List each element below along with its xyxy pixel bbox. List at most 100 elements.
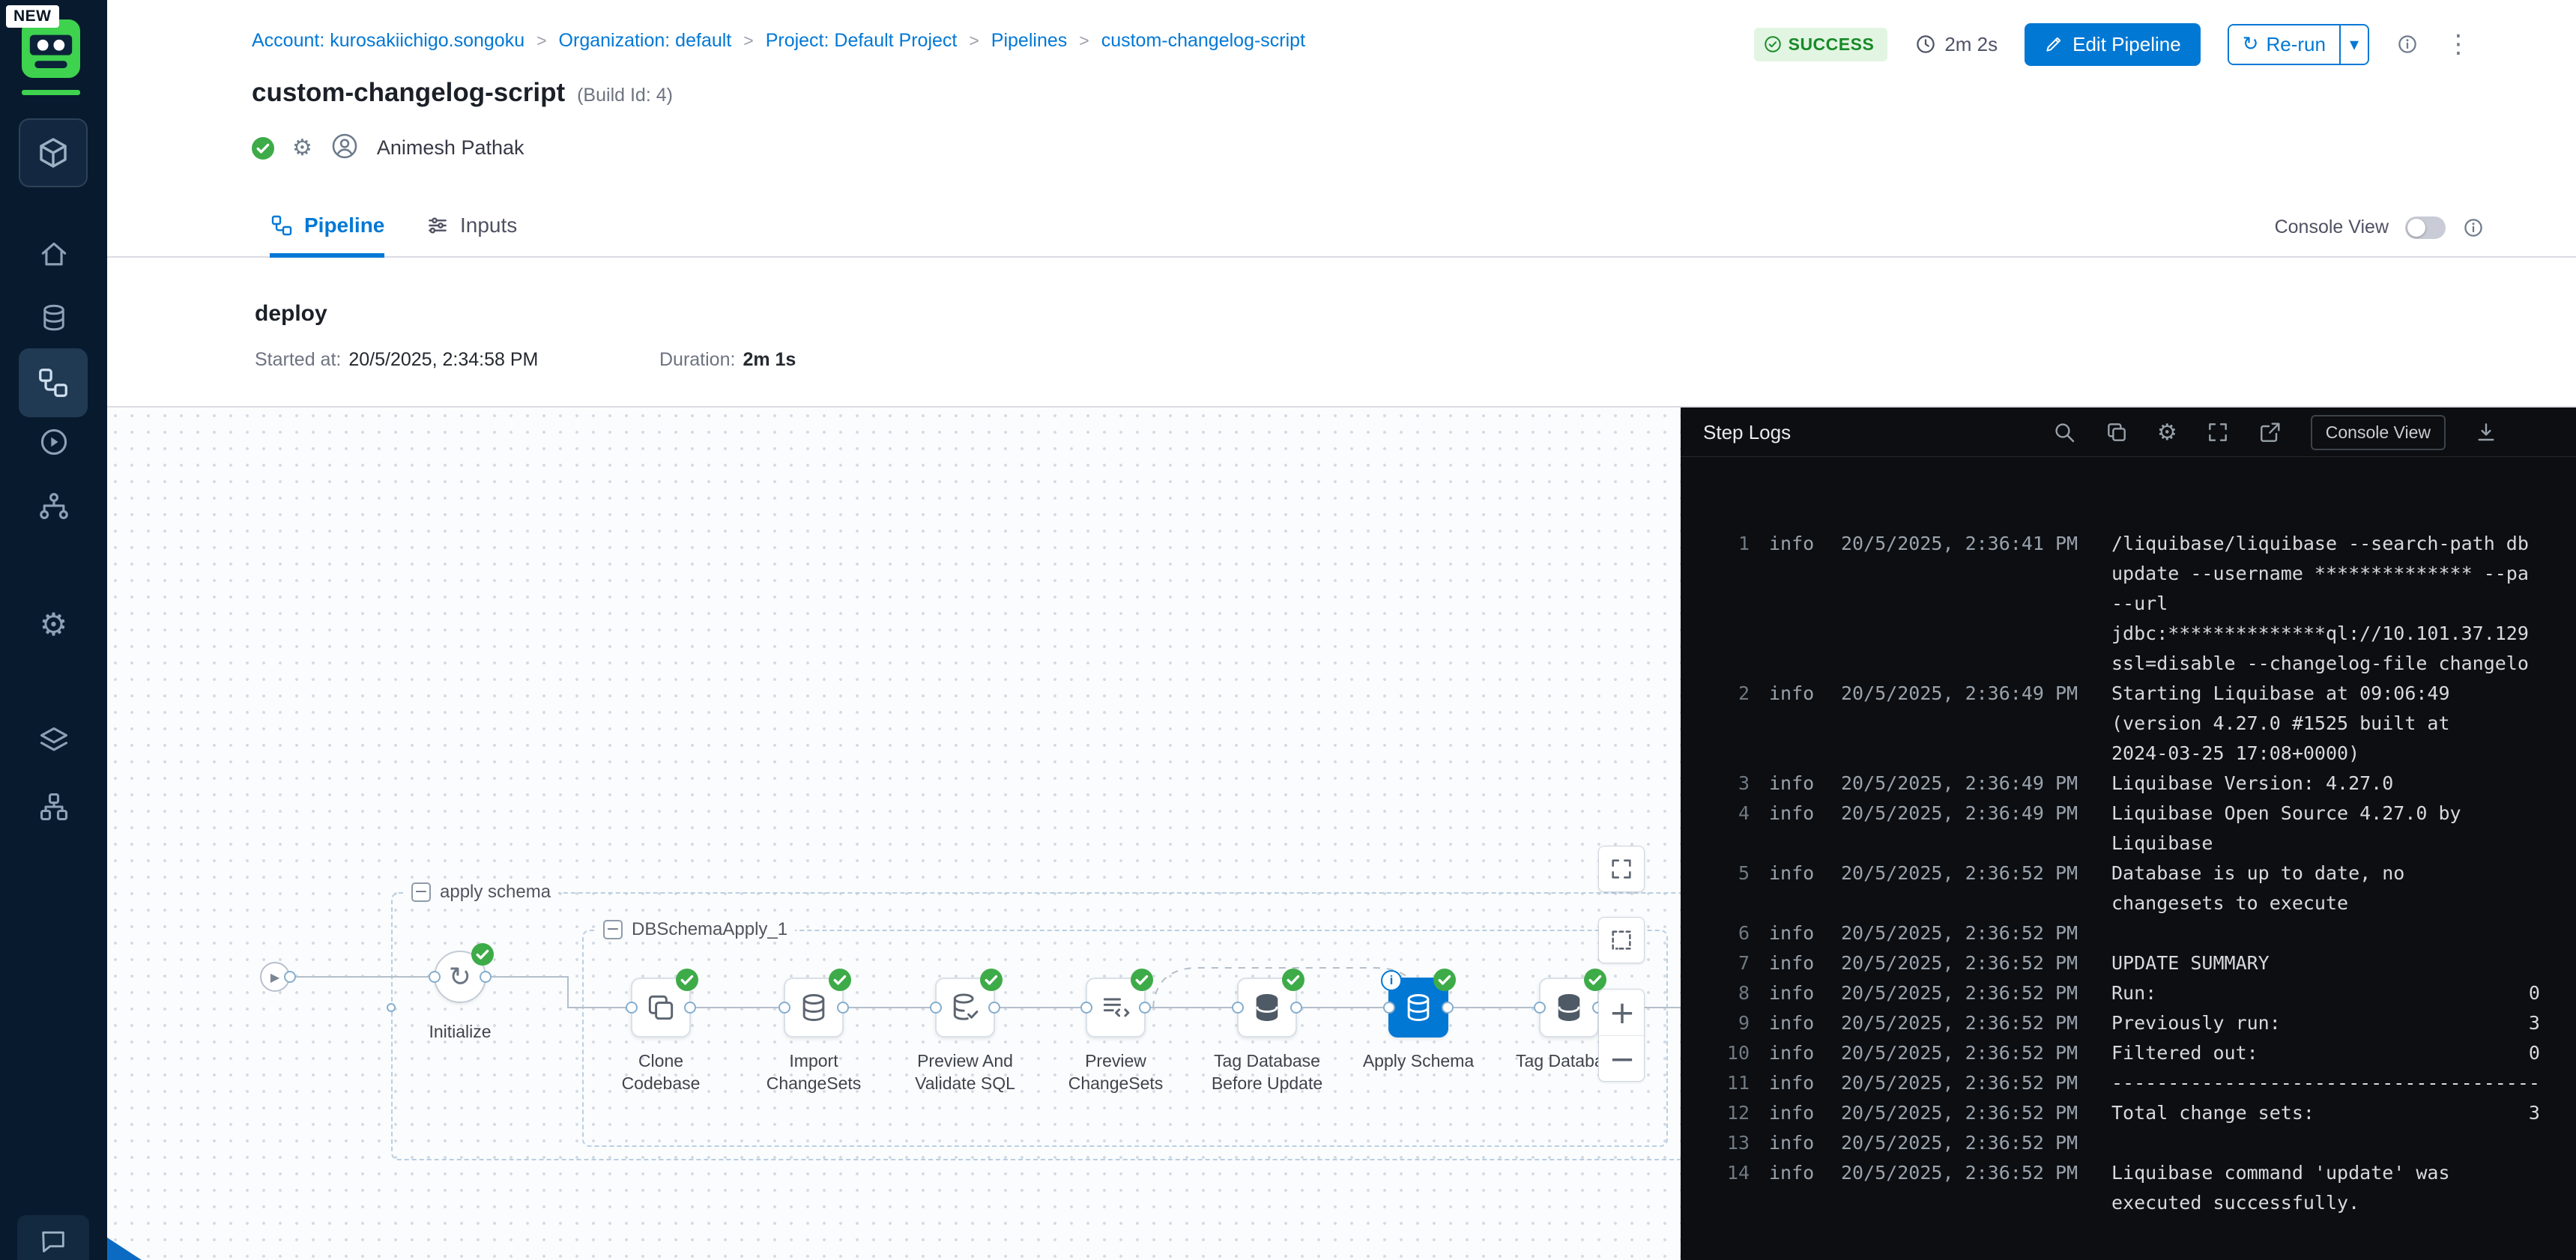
pipeline-success-icon xyxy=(252,137,274,160)
log-level: info xyxy=(1769,1128,1821,1158)
log-line-number: 11 xyxy=(1711,1068,1750,1098)
sidebar-item-gitops[interactable] xyxy=(0,476,107,536)
breadcrumb-link[interactable]: Organization: default xyxy=(524,30,731,52)
log-timestamp: 20/5/2025, 2:36:52 PM xyxy=(1841,978,2092,1008)
canvas-marquee-select-button[interactable] xyxy=(1598,917,1645,963)
database-check-icon xyxy=(949,991,982,1024)
log-level: info xyxy=(1769,799,1821,829)
log-message: -------------------------------------- xyxy=(2111,1068,2561,1098)
log-line: 12 info 20/5/2025, 2:36:52 PM Total chan… xyxy=(1711,1098,2561,1128)
log-message: Previously run: 3 xyxy=(2111,1008,2561,1038)
step-node-preview-and-validate-sql[interactable] xyxy=(935,978,995,1038)
page-title: custom-changelog-script xyxy=(252,78,565,108)
zoom-out-button[interactable]: − xyxy=(1599,1035,1645,1081)
edit-pipeline-button[interactable]: Edit Pipeline xyxy=(2025,23,2201,66)
canvas-corner-handle[interactable] xyxy=(107,1238,142,1260)
success-check-icon xyxy=(1282,969,1304,991)
log-timestamp: 20/5/2025, 2:36:52 PM xyxy=(1841,1158,2092,1188)
gear-icon[interactable]: ⚙ xyxy=(2157,420,2177,446)
console-view-toggle[interactable] xyxy=(2405,216,2446,239)
rerun-dropdown-button[interactable]: ▾ xyxy=(2339,25,2368,64)
sidebar-item-executions[interactable] xyxy=(0,412,107,472)
avatar xyxy=(330,132,359,164)
page-header: Account: kurosakiichigo.songokuOrganizat… xyxy=(107,0,2576,197)
step-node-tag-database-before-update[interactable] xyxy=(1237,978,1297,1038)
log-line: 13 info 20/5/2025, 2:36:52 PM xyxy=(1711,1128,2561,1158)
sidebar-item-connectors[interactable] xyxy=(0,777,107,837)
kebab-menu-icon[interactable]: ⋮ xyxy=(2446,29,2471,59)
fullscreen-icon[interactable] xyxy=(2206,420,2230,444)
sidebar-item-services[interactable] xyxy=(0,288,107,348)
console-view-button[interactable]: Console View xyxy=(2311,415,2446,450)
copy-icon[interactable] xyxy=(2105,420,2129,444)
home-icon xyxy=(37,238,70,271)
step-label: Import ChangeSets xyxy=(750,1050,877,1094)
breadcrumb-link[interactable]: Project: Default Project xyxy=(731,30,957,52)
changeset-list-icon xyxy=(1099,991,1132,1024)
step-logs-header: Step Logs ⚙ Console View xyxy=(1681,408,2576,457)
rerun-button-group: ↻ Re-run ▾ xyxy=(2228,24,2369,65)
log-level: info xyxy=(1769,1098,1821,1128)
total-duration: 2m 2s xyxy=(1914,33,1998,56)
log-line-number: 3 xyxy=(1711,769,1750,799)
log-level: info xyxy=(1769,948,1821,978)
sidebar-item-settings[interactable]: ⚙ xyxy=(0,594,107,654)
pipeline-start-node[interactable]: ▶ xyxy=(260,962,290,992)
success-check-icon xyxy=(471,942,494,964)
step-node-import-changesets[interactable] xyxy=(784,978,844,1038)
download-icon[interactable] xyxy=(2474,420,2498,444)
stepgroup-label[interactable]: − DBSchemaApply_1 xyxy=(596,918,795,942)
canvas-fullscreen-button[interactable] xyxy=(1598,846,1645,892)
database-icon xyxy=(797,991,830,1024)
log-message: Starting Liquibase at 09:06:49 (version … xyxy=(2111,679,2561,769)
check-circle-icon xyxy=(1763,34,1783,54)
rerun-button[interactable]: ↻ Re-run xyxy=(2229,25,2339,64)
app-logo[interactable] xyxy=(22,19,80,78)
tag-database-icon xyxy=(1251,991,1284,1024)
pipeline-tab-icon xyxy=(270,213,294,237)
status-badge: SUCCESS xyxy=(1754,28,1888,61)
breadcrumb: Account: kurosakiichigo.songokuOrganizat… xyxy=(252,30,1305,52)
log-message: /liquibase/liquibase --search-path db up… xyxy=(2111,529,2561,679)
step-node-initialize[interactable]: ↻ xyxy=(434,951,486,1003)
help-chat-button[interactable] xyxy=(17,1215,89,1260)
search-icon[interactable] xyxy=(2052,420,2076,444)
stage-summary-bar: deploy Started at: 20/5/2025, 2:34:58 PM… xyxy=(107,258,2576,408)
info-icon[interactable] xyxy=(2462,216,2485,239)
sync-icon: ↻ xyxy=(449,962,471,993)
log-output[interactable]: 1 info 20/5/2025, 2:36:41 PM /liquibase/… xyxy=(1681,457,2576,1260)
tab-pipeline[interactable]: Pipeline xyxy=(270,197,384,258)
log-message: Filtered out: 0 xyxy=(2111,1038,2561,1068)
log-line-number: 12 xyxy=(1711,1098,1750,1128)
breadcrumb-link[interactable]: custom-changelog-script xyxy=(1067,30,1305,52)
step-node-preview-changesets[interactable] xyxy=(1086,978,1146,1038)
breadcrumb-link[interactable]: Pipelines xyxy=(957,30,1067,52)
collapse-icon[interactable]: − xyxy=(603,920,623,939)
log-timestamp: 20/5/2025, 2:36:52 PM xyxy=(1841,918,2092,948)
sidebar-item-home[interactable] xyxy=(0,225,107,285)
log-level: info xyxy=(1769,679,1821,709)
step-node-tag-database[interactable] xyxy=(1539,978,1599,1038)
step-label: Preview And Validate SQL xyxy=(901,1050,1029,1094)
log-line-number: 5 xyxy=(1711,858,1750,888)
stage-group-label[interactable]: − apply schema xyxy=(404,880,558,904)
gear-icon[interactable]: ⚙ xyxy=(292,135,312,161)
step-node-apply-schema-selected[interactable]: i xyxy=(1388,978,1448,1038)
external-link-icon[interactable] xyxy=(2258,420,2282,444)
sidebar-item-pipelines-selected[interactable] xyxy=(19,348,88,417)
log-message: Liquibase command 'update' was executed … xyxy=(2111,1158,2561,1218)
new-badge: NEW xyxy=(6,5,59,28)
pipeline-canvas[interactable]: − apply schema − DBSchemaApply_1 ▶ ↻ Ini… xyxy=(107,408,1681,1260)
zoom-in-button[interactable]: + xyxy=(1599,990,1645,1035)
left-nav-sidebar: NEW xyxy=(0,0,107,1260)
collapse-icon[interactable]: − xyxy=(411,882,431,902)
stage-name: deploy xyxy=(255,301,327,327)
breadcrumb-link[interactable]: Account: kurosakiichigo.songoku xyxy=(252,30,524,52)
sidebar-item-environments[interactable] xyxy=(0,711,107,771)
info-icon[interactable] xyxy=(2396,33,2419,55)
step-node-clone-codebase[interactable] xyxy=(631,978,691,1038)
tab-inputs[interactable]: Inputs xyxy=(426,197,517,258)
log-level: info xyxy=(1769,1068,1821,1098)
view-tabs: Pipeline Inputs Console View xyxy=(107,197,2576,258)
module-switcher-button[interactable] xyxy=(19,118,88,187)
